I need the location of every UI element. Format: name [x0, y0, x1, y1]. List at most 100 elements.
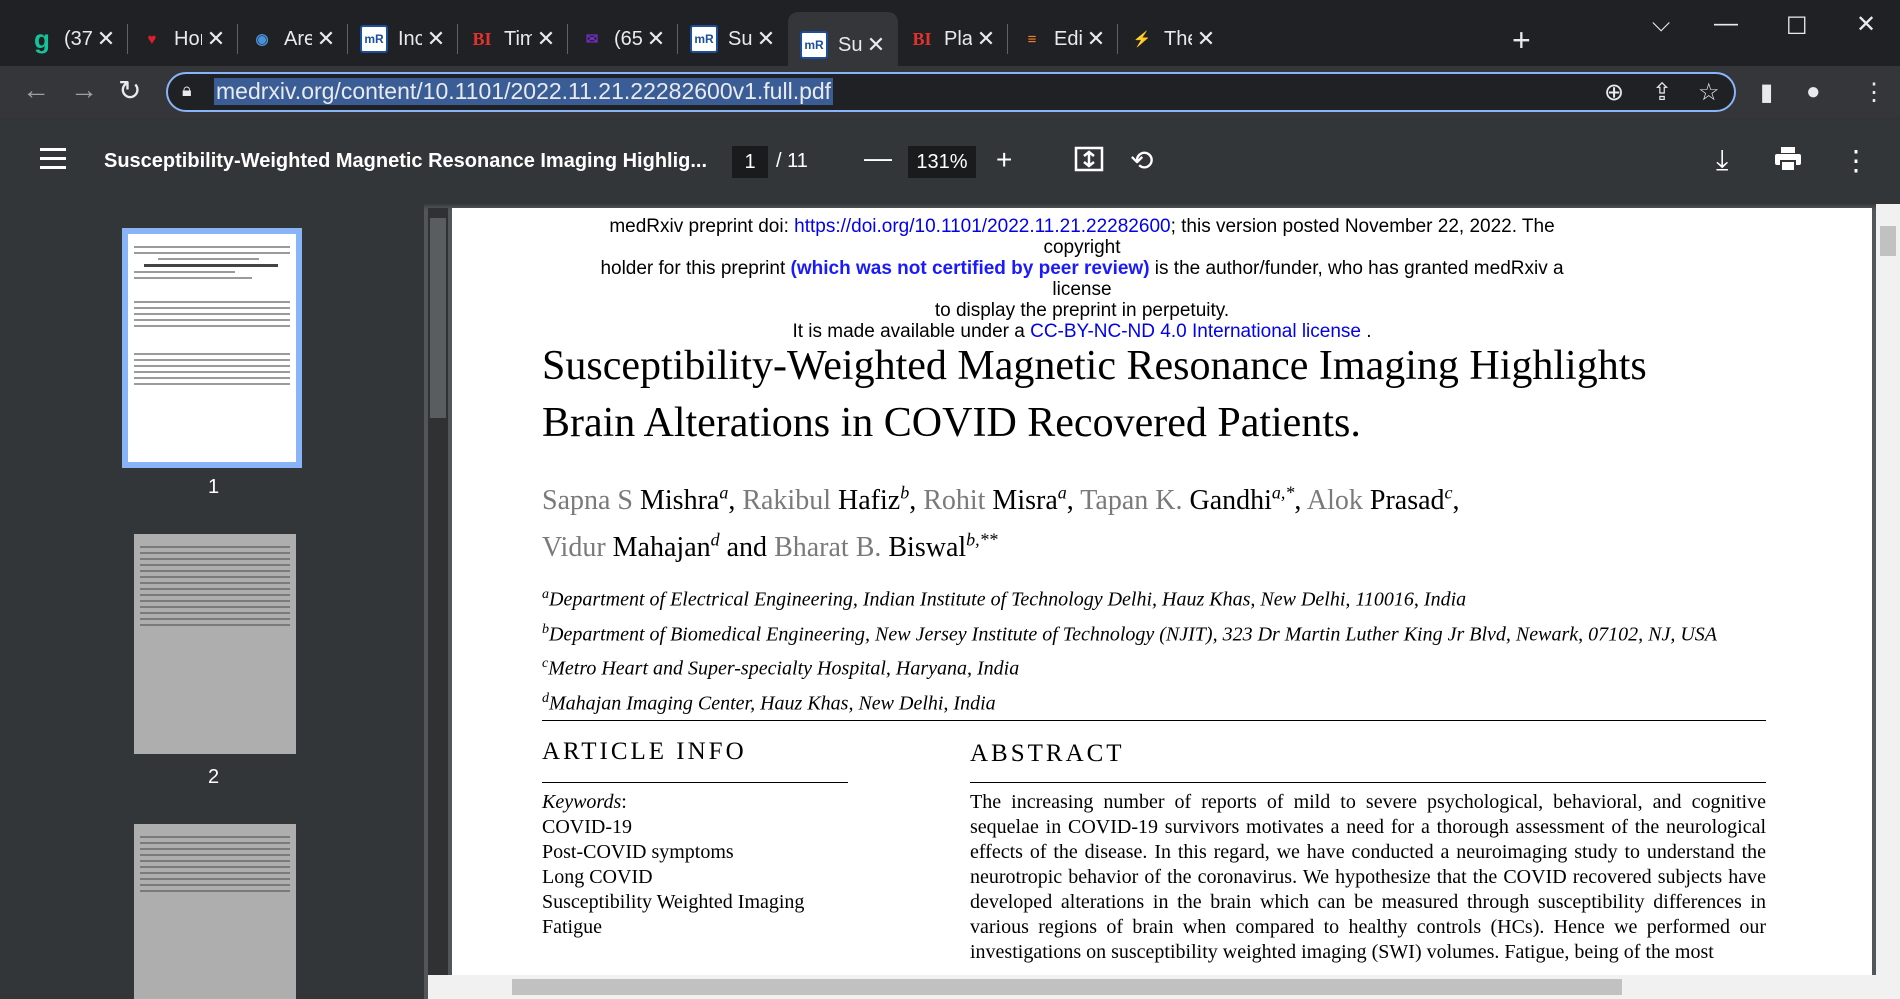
tab-search-chevron-icon[interactable]: ⌵: [1652, 10, 1670, 38]
close-window-button[interactable]: ✕: [1856, 10, 1876, 39]
tab-separator: [127, 24, 128, 54]
thumbnail-page-3[interactable]: [134, 824, 296, 999]
browser-tab[interactable]: ⚡ The✕: [1118, 12, 1228, 66]
author-separator: ,: [1452, 485, 1460, 517]
zoom-out-button[interactable]: —: [864, 142, 892, 174]
print-icon[interactable]: [1774, 146, 1802, 179]
author-affiliation-mark: a,*: [1271, 483, 1295, 503]
browser-tab[interactable]: mR Susc✕: [678, 12, 788, 66]
author-first-name: Rohit: [923, 485, 993, 517]
tab-title: Editi: [1054, 27, 1082, 50]
affiliation-mark: a: [542, 587, 549, 602]
mR-icon: mR: [360, 25, 388, 53]
tab-close-icon[interactable]: ✕: [1192, 26, 1220, 52]
minimize-button[interactable]: —: [1714, 10, 1738, 38]
tab-close-icon[interactable]: ✕: [862, 32, 890, 58]
page-area-scrollbar-left[interactable]: [428, 208, 448, 999]
tab-close-icon[interactable]: ✕: [312, 26, 340, 52]
browser-tab[interactable]: g (372(✕: [18, 12, 128, 66]
author: Bharat B. Biswalb,**: [774, 529, 998, 562]
divider: [542, 782, 848, 783]
browser-tab[interactable]: ♥ Hom✕: [128, 12, 238, 66]
thumbnail-page-1[interactable]: [122, 228, 302, 468]
pdf-menu-icon[interactable]: [40, 148, 66, 175]
fit-to-page-icon[interactable]: [1074, 146, 1104, 179]
author: Alok Prasadc,: [1307, 483, 1460, 517]
tab-title: (65,1: [614, 27, 642, 50]
zoom-in-button[interactable]: +: [996, 144, 1012, 176]
tab-separator: [347, 24, 348, 54]
author-list: Sapna S Mishraa, Rakibul Hafizb, Rohit M…: [542, 474, 1792, 567]
author-affiliation-mark: b: [900, 483, 910, 503]
paper-title-line: Susceptibility-Weighted Magnetic Resonan…: [542, 343, 1647, 389]
lock-icon[interactable]: 🔒︎: [182, 80, 192, 101]
new-tab-button[interactable]: +: [1512, 22, 1531, 59]
affiliation-text: Department of Electrical Engineering, In…: [549, 588, 1467, 611]
reload-button[interactable]: ↻: [118, 74, 141, 107]
affiliation: aDepartment of Electrical Engineering, I…: [542, 580, 1802, 615]
tab-title: Susc: [728, 27, 752, 50]
tab-close-icon[interactable]: ✕: [972, 26, 1000, 52]
affiliation-text: Mahajan Imaging Center, Hauz Khas, New D…: [549, 692, 996, 715]
divider: [542, 720, 1766, 721]
author-last-name: Prasad: [1369, 485, 1445, 517]
doi-link[interactable]: https://doi.org/10.1101/2022.11.21.22282…: [794, 216, 1170, 237]
paper-title-line: Brain Alterations in COVID Recovered Pat…: [542, 400, 1361, 446]
page-number-input[interactable]: 1: [732, 146, 768, 178]
tab-close-icon[interactable]: ✕: [752, 26, 780, 52]
browser-tab[interactable]: BI Plaus✕: [898, 12, 1008, 66]
rotate-icon[interactable]: ⟲: [1130, 144, 1153, 177]
browser-tab[interactable]: ≡ Editi✕: [1008, 12, 1118, 66]
globe-icon: ◉: [255, 31, 269, 48]
author-first-name: Rakibul: [742, 485, 838, 517]
maximize-button[interactable]: ☐: [1786, 12, 1808, 41]
zoom-level-input[interactable]: 131%: [908, 146, 976, 178]
url-text[interactable]: medrxiv.org/content/10.1101/2022.11.21.2…: [214, 78, 834, 105]
affiliation: cMetro Heart and Super-specialty Hospita…: [542, 649, 1802, 684]
side-panel-icon[interactable]: ▮: [1760, 78, 1773, 107]
share-icon[interactable]: ⇪: [1652, 78, 1672, 107]
horizontal-scrollbar-thumb[interactable]: [512, 979, 1622, 995]
BI-icon: BI: [912, 28, 932, 49]
browser-tab[interactable]: BI Time✕: [458, 12, 568, 66]
tab-close-icon[interactable]: ✕: [422, 26, 450, 52]
keyword: Post-COVID symptoms: [542, 841, 734, 863]
browser-tab[interactable]: ✉ (65,1✕: [568, 12, 678, 66]
abstract-text: The increasing number of reports of mild…: [970, 791, 1766, 963]
thumbnail-label-1: 1: [208, 476, 220, 498]
download-icon[interactable]: ⤓: [1716, 144, 1728, 177]
horizontal-scrollbar[interactable]: [428, 975, 1900, 999]
zoom-icon[interactable]: ⊕: [1604, 78, 1624, 107]
article-info-heading: ARTICLE INFO: [542, 738, 747, 765]
forward-button[interactable]: →: [70, 74, 98, 106]
vertical-scrollbar[interactable]: [1876, 204, 1900, 979]
tab-close-icon[interactable]: ✕: [92, 26, 120, 52]
tab-close-icon[interactable]: ✕: [202, 26, 230, 52]
browser-tab[interactable]: mR Incre✕: [348, 12, 458, 66]
tab-close-icon[interactable]: ✕: [532, 26, 560, 52]
mR-icon: mR: [690, 25, 718, 53]
author-separator: ,: [909, 485, 924, 517]
bookmark-star-icon[interactable]: ☆: [1698, 78, 1720, 107]
thumbnail-label-2: 2: [208, 766, 220, 788]
author-last-name: Gandhi: [1189, 485, 1272, 517]
author-last-name: Mahajan: [612, 531, 711, 563]
browser-tab[interactable]: ◉ Are V✕: [238, 12, 348, 66]
tab-title: (372(: [64, 27, 92, 50]
tab-close-icon[interactable]: ✕: [1082, 26, 1110, 52]
BI-icon: BI: [472, 28, 492, 49]
pdf-more-options-icon[interactable]: ⋮: [1842, 144, 1870, 177]
profile-avatar-icon[interactable]: ●: [1806, 78, 1821, 106]
tab-close-icon[interactable]: ✕: [642, 26, 670, 52]
author-last-name: Misra: [992, 485, 1058, 517]
divider: [970, 782, 1766, 783]
thumbnail-page-2[interactable]: [134, 534, 296, 754]
keywords-block: Keywords: COVID-19 Post-COVID symptoms Lon…: [542, 791, 805, 938]
author-affiliation-mark: d: [710, 529, 720, 550]
vertical-scrollbar-thumb[interactable]: [1880, 226, 1896, 256]
bolt-icon: ⚡: [1132, 31, 1152, 48]
browser-menu-icon[interactable]: ⋮: [1862, 78, 1886, 107]
keyword: Susceptibility Weighted Imaging: [542, 891, 805, 913]
mR-icon: mR: [800, 31, 828, 59]
back-button[interactable]: ←: [22, 74, 50, 106]
